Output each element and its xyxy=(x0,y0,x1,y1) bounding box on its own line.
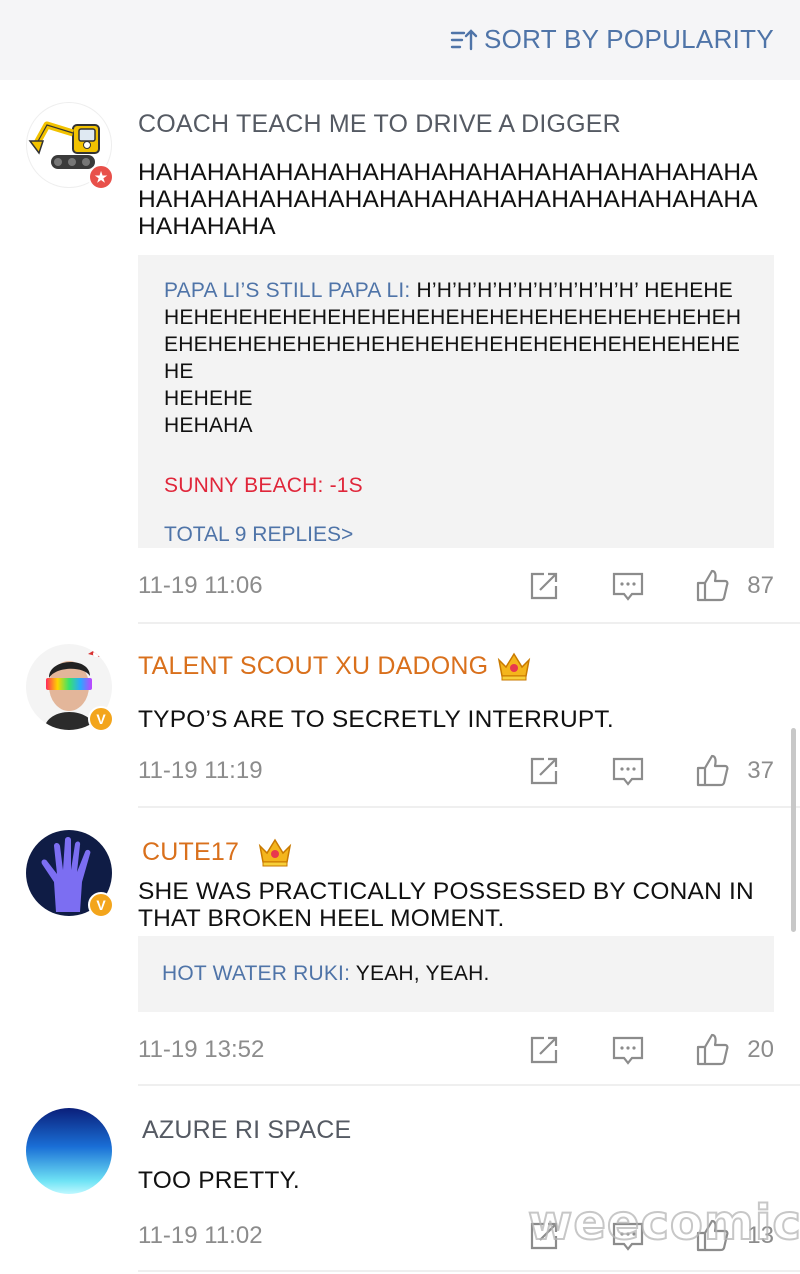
timestamp: 11-19 11:02 xyxy=(138,1222,263,1249)
reply-box: HOT WATER RUKI: YEAH, YEAH. xyxy=(138,936,774,1012)
comment-text: TOO PRETTY. xyxy=(138,1167,300,1194)
reply-text: YEAH, YEAH. xyxy=(350,962,490,985)
share-icon[interactable] xyxy=(526,753,562,789)
avatar[interactable]: V xyxy=(26,644,114,732)
blue-gradient-avatar-icon xyxy=(26,1108,112,1194)
like-count: 87 xyxy=(747,572,774,599)
share-icon[interactable] xyxy=(526,1032,562,1068)
verified-badge-icon: V xyxy=(88,892,114,918)
divider xyxy=(138,1270,800,1272)
comment-actions: 11-19 11:06 87 xyxy=(138,568,774,604)
like-icon[interactable] xyxy=(694,568,730,604)
divider xyxy=(138,622,800,624)
like-icon[interactable] xyxy=(694,1032,730,1068)
username[interactable]: AZURE RI SPACE xyxy=(142,1116,351,1145)
comment-icon[interactable] xyxy=(610,753,646,789)
timestamp: 11-19 13:52 xyxy=(138,1036,265,1063)
share-icon[interactable] xyxy=(526,568,562,604)
like-icon[interactable] xyxy=(694,753,730,789)
top-bar: SORT BY POPULARITY xyxy=(0,0,800,80)
reply-text-line: HEHAHA xyxy=(164,414,253,437)
like-count: 37 xyxy=(747,757,774,784)
username[interactable]: TALENT SCOUT XU DADONG xyxy=(138,652,488,681)
total-replies-link[interactable]: TOTAL 9 REPLIES> xyxy=(164,523,748,547)
timestamp: 11-19 11:19 xyxy=(138,757,263,784)
comment-icon[interactable] xyxy=(610,1032,646,1068)
username[interactable]: COACH TEACH ME TO DRIVE A DIGGER xyxy=(138,110,621,139)
comment-actions: 11-19 13:52 20 xyxy=(138,1032,774,1068)
comment-text: SHE WAS PRACTICALLY POSSESSED BY CONAN I… xyxy=(138,878,754,932)
reply: PAPA LI’S STILL PAPA LI: H’H’H’H’H’H’H’H… xyxy=(164,277,748,385)
like-count: 20 xyxy=(747,1036,774,1063)
reply-text-line: HEHEHE xyxy=(164,387,253,410)
scrollbar[interactable] xyxy=(791,728,796,932)
divider xyxy=(138,806,800,808)
sort-by-popularity-button[interactable]: SORT BY POPULARITY xyxy=(450,24,774,55)
avatar[interactable]: ★ xyxy=(26,102,114,190)
avatar[interactable]: V xyxy=(26,830,114,918)
watermark: weecomics xyxy=(527,1194,800,1252)
crown-icon xyxy=(498,652,531,681)
sort-label: SORT BY POPULARITY xyxy=(483,24,774,54)
comment-text: HAHAHAHAHAHAHAHAHAHAHAHAHAHAHAHAHAHAHAHA… xyxy=(138,159,758,240)
comment-actions: 11-19 11:19 37 xyxy=(138,753,774,789)
verified-badge-icon: V xyxy=(88,706,114,732)
timestamp: 11-19 11:06 xyxy=(138,572,263,599)
reply: SUNNY BEACH: -1S xyxy=(164,474,363,497)
reply: HOT WATER RUKI: YEAH, YEAH. xyxy=(162,960,750,987)
crown-icon xyxy=(258,838,292,867)
badge-icon: ★ xyxy=(88,164,114,190)
avatar[interactable] xyxy=(26,1108,112,1194)
comment-icon[interactable] xyxy=(610,568,646,604)
reply-username[interactable]: PAPA LI’S STILL PAPA LI: xyxy=(164,279,410,302)
username[interactable]: CUTE17 xyxy=(142,838,239,867)
reply-username[interactable]: HOT WATER RUKI: xyxy=(162,962,350,985)
reply-box: PAPA LI’S STILL PAPA LI: H’H’H’H’H’H’H’H… xyxy=(138,255,774,548)
sort-icon xyxy=(450,28,478,50)
divider xyxy=(138,1084,800,1086)
comment-text: TYPO’S ARE TO SECRETLY INTERRUPT. xyxy=(138,706,614,733)
